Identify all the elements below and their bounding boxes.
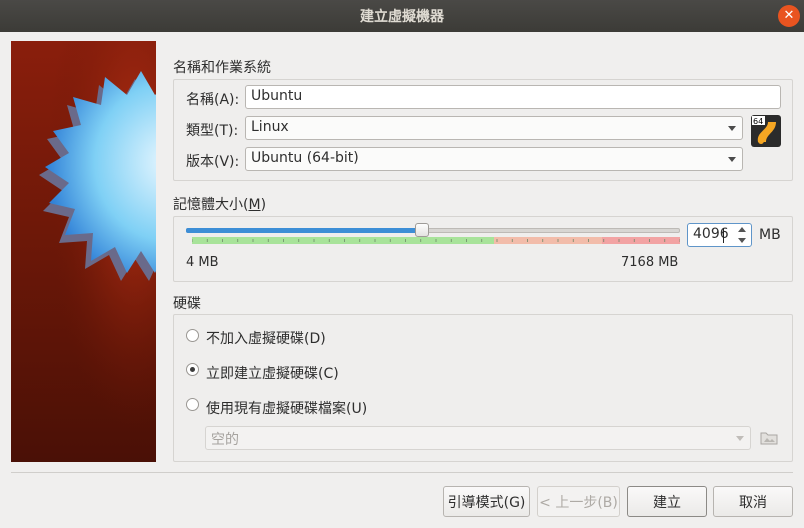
memory-range-bar [192, 237, 680, 244]
spin-up-icon[interactable] [735, 225, 749, 235]
button-separator [11, 472, 793, 473]
memory-group-title: 記憶體大小(M) [173, 197, 267, 213]
folder-icon [760, 430, 778, 445]
name-label: 名稱(A): [186, 92, 240, 108]
type-label: 類型(T): [186, 123, 239, 139]
chevron-down-icon [728, 126, 736, 131]
name-input[interactable]: Ubuntu [245, 85, 781, 109]
os-badge-text: 64 [753, 117, 763, 126]
disk-file-placeholder: 空的 [211, 432, 239, 448]
text-caret [723, 228, 724, 243]
type-select-value: Linux [251, 119, 289, 135]
chevron-down-icon [728, 157, 736, 162]
starburst-icon [11, 41, 156, 462]
version-label: 版本(V): [186, 154, 240, 170]
version-select[interactable]: Ubuntu (64-bit) [245, 147, 743, 171]
name-os-group-title: 名稱和作業系統 [173, 60, 271, 76]
memory-unit: MB [759, 227, 781, 243]
guided-mode-button[interactable]: 引導模式(G) [443, 486, 530, 517]
radio-create-disk[interactable] [186, 363, 199, 376]
memory-min-label: 4 MB [186, 255, 219, 270]
chevron-down-icon [736, 436, 744, 441]
radio-existing-disk[interactable] [186, 398, 199, 411]
slider-fill [186, 228, 422, 233]
memory-spinbox[interactable]: 4096 [687, 223, 752, 247]
os-type-icon: 64 [750, 114, 782, 148]
version-select-value: Ubuntu (64-bit) [251, 150, 359, 166]
radio-create-disk-label[interactable]: 立即建立虛擬硬碟(C) [206, 363, 339, 383]
wizard-illustration [11, 41, 156, 462]
create-button[interactable]: 建立 [627, 486, 707, 517]
title-bar: 建立虛擬機器 ✕ [0, 0, 804, 32]
radio-no-disk-label[interactable]: 不加入虛擬硬碟(D) [206, 328, 326, 348]
type-select[interactable]: Linux [245, 116, 743, 140]
slider-handle[interactable] [414, 223, 429, 237]
disk-group-title: 硬碟 [173, 296, 201, 312]
back-button[interactable]: < 上一步(B) [537, 486, 620, 517]
radio-no-disk[interactable] [186, 329, 199, 342]
window-title: 建立虛擬機器 [360, 9, 444, 25]
spin-down-icon[interactable] [735, 236, 749, 246]
disk-file-select: 空的 [205, 426, 751, 450]
radio-existing-disk-label[interactable]: 使用現有虛擬硬碟檔案(U) [206, 398, 367, 418]
cancel-button[interactable]: 取消 [713, 486, 793, 517]
memory-max-label: 7168 MB [621, 255, 679, 270]
close-icon[interactable]: ✕ [778, 5, 800, 27]
